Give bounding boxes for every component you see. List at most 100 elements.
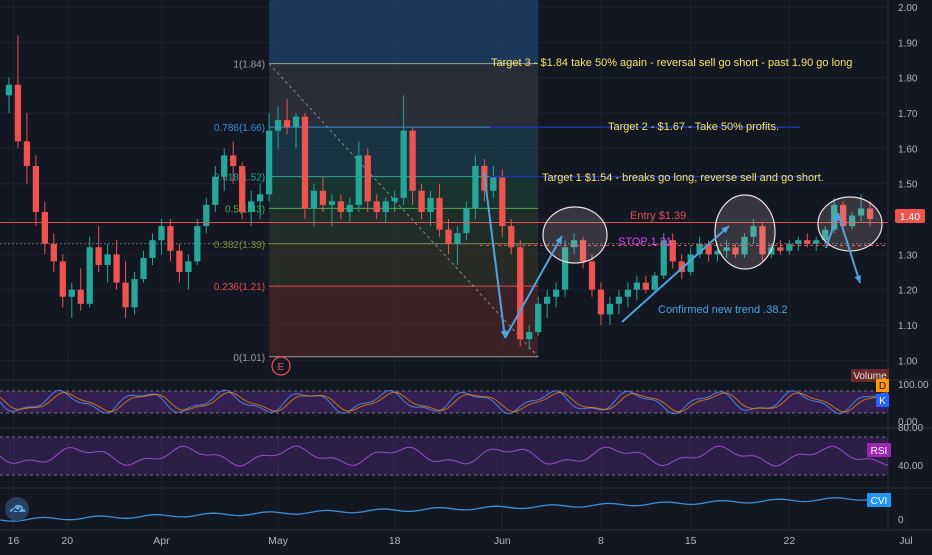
candle-body [23, 141, 31, 167]
stop-annotation[interactable]: STOP 1.31 [618, 236, 672, 248]
y-tick-label: 1.20 [898, 286, 918, 297]
fib-level-label: 0.786(1.66) [214, 123, 265, 134]
x-tick-label: 22 [783, 535, 795, 547]
candle-body [526, 332, 533, 340]
y-tick-label: 1.00 [898, 356, 918, 367]
target2-annotation[interactable]: Target 2 - $1.67 - Take 50% profits. [608, 121, 779, 133]
candle-body [131, 279, 138, 308]
candle-body [176, 250, 183, 273]
candle-body [122, 282, 129, 308]
candle-body [149, 240, 156, 258]
candle-body [310, 190, 318, 209]
candle-body [364, 155, 371, 202]
candle-body [77, 289, 84, 304]
candle-body [140, 257, 147, 280]
candle-body [167, 226, 174, 251]
candle-body [615, 296, 623, 304]
entry-annotation[interactable]: Entry $1.39 [630, 210, 686, 222]
fib-zone [269, 286, 539, 357]
candle-body [239, 166, 246, 212]
candle-body [212, 176, 219, 205]
candle-body [633, 282, 640, 290]
fib-zone [269, 208, 539, 244]
candle-body [517, 247, 524, 340]
fib-level-label: 0.382(1.33) [214, 240, 265, 251]
cvi-label: CVI [871, 496, 888, 507]
y-tick-label: 1.50 [898, 180, 918, 191]
last-price-label: 1.40 [900, 211, 921, 223]
y-tick-label: 2.00 [898, 3, 918, 14]
candle-body [86, 247, 93, 304]
candle-body [588, 261, 596, 290]
candle-body [41, 211, 48, 244]
candle-body [230, 155, 237, 167]
candle-body [445, 229, 452, 244]
candle-body [185, 261, 192, 273]
candle-body [409, 130, 416, 191]
y-tick-label: 1.30 [898, 250, 918, 261]
cvi-tick-0: 0 [898, 515, 904, 526]
candle-body [319, 190, 327, 205]
fib-level-label: 0.236(1.21) [214, 282, 265, 293]
candle-body [221, 155, 228, 177]
fibonacci-retracement[interactable]: 1(1.84)0.786(1.66)0.618(1.52)0.5(1.43)0.… [214, 0, 539, 364]
chart-stage[interactable]: 1(1.84)0.786(1.66)0.618(1.52)0.5(1.43)0.… [0, 0, 932, 550]
candle-body [642, 282, 649, 290]
cvi-line [0, 495, 889, 522]
candle-body [597, 289, 605, 315]
candle-body [391, 197, 398, 202]
candle-body [95, 247, 102, 265]
fib-level-label: 1(1.84) [233, 60, 265, 71]
stoch-k-label: K [879, 396, 886, 407]
rsi-label: RSI [871, 446, 888, 457]
stoch-d-label: D [879, 381, 886, 392]
candle-body [113, 254, 120, 283]
x-tick-label: 16 [8, 535, 20, 547]
x-tick-label: 15 [685, 535, 697, 547]
candle-body [400, 130, 407, 198]
candle-body [606, 303, 614, 315]
candle-body [292, 116, 300, 128]
y-tick-label: 1.90 [898, 38, 918, 49]
highlight-ellipse [714, 194, 776, 270]
fib-zone-top [269, 0, 539, 64]
candle-body [158, 226, 165, 241]
candle-body [248, 201, 255, 212]
oscillator-panels [0, 389, 889, 522]
x-tick-label: 18 [389, 535, 401, 547]
candle-body [355, 155, 362, 205]
candle-body [50, 243, 57, 262]
candle-body [68, 289, 75, 297]
x-tick-label: 20 [61, 535, 73, 547]
candle-body [382, 201, 389, 212]
candle-body [552, 289, 560, 297]
candle-body [59, 261, 66, 297]
candle-body [337, 201, 344, 212]
candle-body [274, 120, 282, 131]
candle-body [373, 201, 380, 212]
target1-annotation[interactable]: Target 1 $1.54 - breaks go long, reverse… [542, 172, 824, 184]
candle-body [418, 190, 425, 212]
candle-body [265, 130, 273, 195]
candle-body [427, 197, 434, 212]
candle-body [472, 166, 479, 209]
candle-body [535, 303, 542, 333]
x-tick-label: Apr [153, 535, 170, 547]
x-tick-label: May [268, 535, 289, 547]
candle-body [463, 208, 470, 234]
candle-body [454, 233, 461, 244]
candle-body [499, 176, 506, 227]
target3-annotation[interactable]: Target 3 - $1.84 take 50% again - revers… [491, 57, 852, 69]
candle-body [346, 204, 353, 212]
trend-annotation[interactable]: Confirmed new trend .38.2 [658, 304, 788, 316]
candle-body [490, 176, 497, 191]
candle-body [301, 116, 309, 209]
candle-body [813, 240, 820, 244]
tradingview-cloud-icon[interactable] [5, 497, 29, 521]
stoch-tick-100: 100.00 [898, 380, 929, 391]
candle-body [804, 240, 811, 244]
chart-svg[interactable]: 1(1.84)0.786(1.66)0.618(1.52)0.5(1.43)0.… [0, 0, 932, 550]
candle-body [283, 120, 291, 128]
y-tick-label: 1.60 [898, 144, 918, 155]
candle-body [14, 84, 22, 142]
